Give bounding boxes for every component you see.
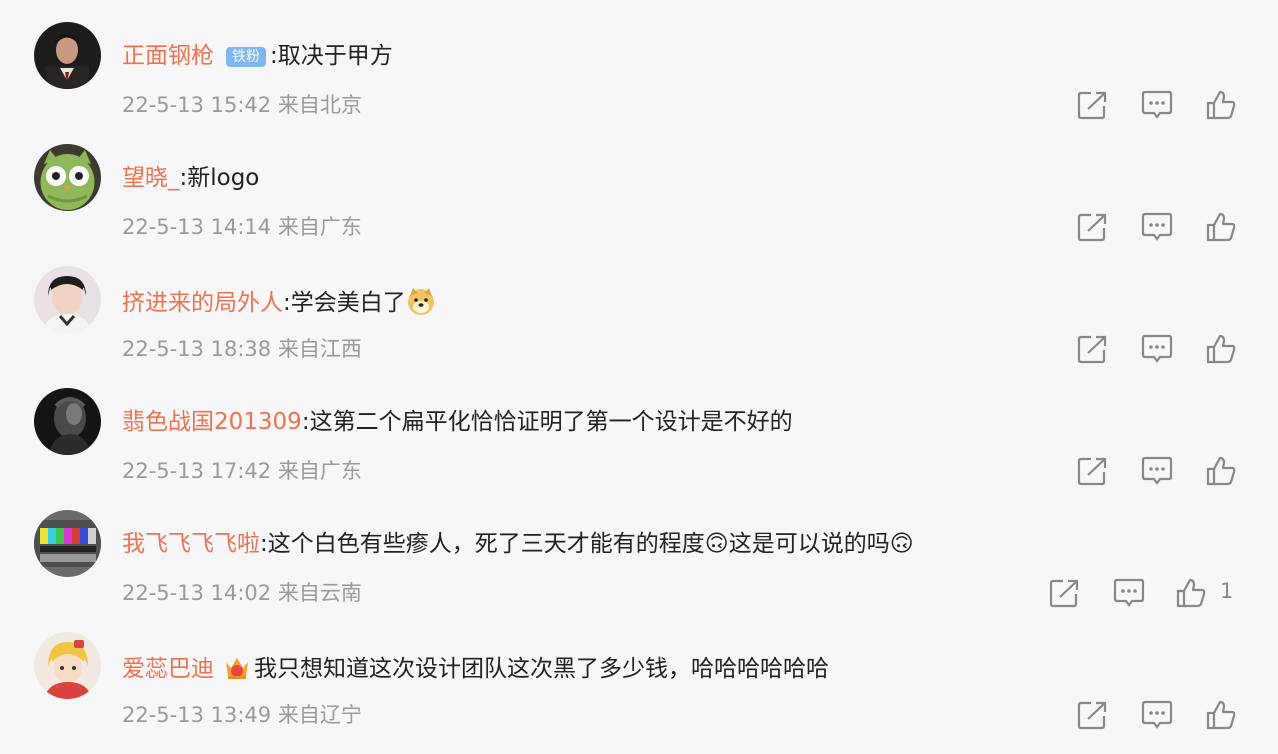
user-avatar[interactable] (34, 266, 101, 333)
comment-location: 来自云南 (277, 581, 362, 605)
user-avatar[interactable] (34, 144, 101, 211)
like-button[interactable] (1204, 699, 1238, 731)
comment-date: 22-5-13 18:38 (122, 337, 272, 361)
crown-badge-icon (222, 652, 252, 682)
share-button[interactable] (1076, 333, 1110, 365)
user-avatar[interactable] (34, 632, 101, 699)
share-button[interactable] (1076, 89, 1110, 121)
like-button[interactable] (1204, 333, 1238, 365)
like-icon (1206, 90, 1236, 120)
username-link[interactable]: 翡色战国201309 (122, 409, 302, 435)
comment-icon (1141, 90, 1173, 119)
comment-meta: 22-5-13 17:42 来自广东 (122, 458, 362, 484)
comment-meta: 22-5-13 18:38 来自江西 (122, 336, 362, 362)
comment-line: 正面钢枪 铁粉:取决于甲方 (122, 42, 393, 70)
comment-location: 来自北京 (277, 93, 362, 117)
user-avatar[interactable] (34, 388, 101, 455)
like-count: 1 (1220, 579, 1234, 603)
share-icon (1077, 213, 1107, 242)
comment-text: 我只想知道这次设计团队这次黑了多少钱，哈哈哈哈哈哈 (254, 656, 829, 682)
comment-reply-button[interactable] (1112, 577, 1146, 609)
like-button[interactable] (1174, 577, 1208, 609)
comment-date: 22-5-13 17:42 (122, 459, 272, 483)
like-icon (1206, 212, 1236, 242)
comment-date: 22-5-13 15:42 (122, 93, 272, 117)
comment-icon (1141, 212, 1173, 241)
like-button[interactable] (1204, 211, 1238, 243)
comment-icon (1113, 578, 1145, 607)
share-button[interactable] (1076, 699, 1110, 731)
comment-line: 我飞飞飞飞啦:这个白色有些瘆人，死了三天才能有的程度🙃这是可以说的吗🙃 (122, 530, 914, 558)
share-icon (1077, 457, 1107, 486)
separator: : (301, 409, 310, 435)
like-icon (1206, 700, 1236, 730)
comment-date: 22-5-13 13:49 (122, 703, 272, 727)
comment-item: 望晓_:新logo 22-5-13 14:14 来自广东 (0, 144, 1278, 266)
share-button[interactable] (1076, 211, 1110, 243)
comment-line: 翡色战国201309:这第二个扁平化恰恰证明了第一个设计是不好的 (122, 408, 793, 436)
share-icon (1049, 579, 1079, 608)
share-button[interactable] (1076, 455, 1110, 487)
comment-icon (1141, 700, 1173, 729)
comment-location: 来自广东 (277, 459, 362, 483)
like-icon (1206, 456, 1236, 486)
like-icon (1176, 578, 1206, 608)
comment-text: 这第二个扁平化恰恰证明了第一个设计是不好的 (309, 409, 793, 435)
comment-reply-button[interactable] (1140, 89, 1174, 121)
separator: : (260, 531, 268, 557)
like-icon (1206, 334, 1236, 364)
comment-reply-button[interactable] (1140, 333, 1174, 365)
share-icon (1077, 91, 1107, 120)
comment-line: 望晓_:新logo (122, 164, 259, 192)
user-avatar[interactable] (34, 510, 101, 577)
user-avatar[interactable] (34, 22, 101, 89)
comment-text: 这个白色有些瘆人，死了三天才能有的程度🙃这是可以说的吗🙃 (267, 531, 914, 557)
comment-item: 挤进来的局外人:学会美白了 22-5-13 18:38 来自江西 (0, 266, 1278, 388)
comment-text: 取决于甲方 (277, 43, 393, 69)
comment-line: 爱蕊巴迪 我只想知道这次设计团队这次黑了多少钱，哈哈哈哈哈哈 (122, 652, 829, 683)
comment-location: 来自江西 (277, 337, 362, 361)
username-link[interactable]: 正面钢枪 (122, 43, 214, 69)
username-link[interactable]: 我飞飞飞飞啦 (122, 531, 260, 557)
comment-meta: 22-5-13 14:14 来自广东 (122, 214, 362, 240)
share-button[interactable] (1048, 577, 1082, 609)
username-link[interactable]: 挤进来的局外人 (122, 290, 283, 316)
comment-item: 我飞飞飞飞啦:这个白色有些瘆人，死了三天才能有的程度🙃这是可以说的吗🙃 22-5… (0, 510, 1278, 632)
comment-meta: 22-5-13 15:42 来自北京 (122, 92, 362, 118)
comment-location: 来自广东 (277, 215, 362, 239)
comment-text: 新logo (187, 165, 260, 191)
separator: : (270, 43, 278, 69)
comment-icon (1141, 334, 1173, 363)
doge-emoji-icon (406, 286, 436, 316)
separator: : (283, 290, 291, 316)
comment-meta: 22-5-13 13:49 来自辽宁 (122, 702, 362, 728)
fan-badge[interactable]: 铁粉 (226, 47, 266, 67)
comment-meta: 22-5-13 14:02 来自云南 (122, 580, 362, 606)
comment-item: 翡色战国201309:这第二个扁平化恰恰证明了第一个设计是不好的 22-5-13… (0, 388, 1278, 510)
like-button[interactable] (1204, 89, 1238, 121)
comment-icon (1141, 456, 1173, 485)
comment-item: 正面钢枪 铁粉:取决于甲方 22-5-13 15:42 来自北京 (0, 22, 1278, 144)
comment-reply-button[interactable] (1140, 455, 1174, 487)
username-link[interactable]: 望晓_ (122, 165, 180, 191)
comment-text: 学会美白了 (290, 290, 406, 316)
share-icon (1077, 701, 1107, 730)
comment-line: 挤进来的局外人:学会美白了 (122, 286, 436, 317)
comment-reply-button[interactable] (1140, 211, 1174, 243)
comment-date: 22-5-13 14:02 (122, 581, 272, 605)
share-icon (1077, 335, 1107, 364)
like-button[interactable] (1204, 455, 1238, 487)
comment-location: 来自辽宁 (277, 703, 362, 727)
username-link[interactable]: 爱蕊巴迪 (122, 656, 214, 682)
comment-date: 22-5-13 14:14 (122, 215, 272, 239)
comment-reply-button[interactable] (1140, 699, 1174, 731)
